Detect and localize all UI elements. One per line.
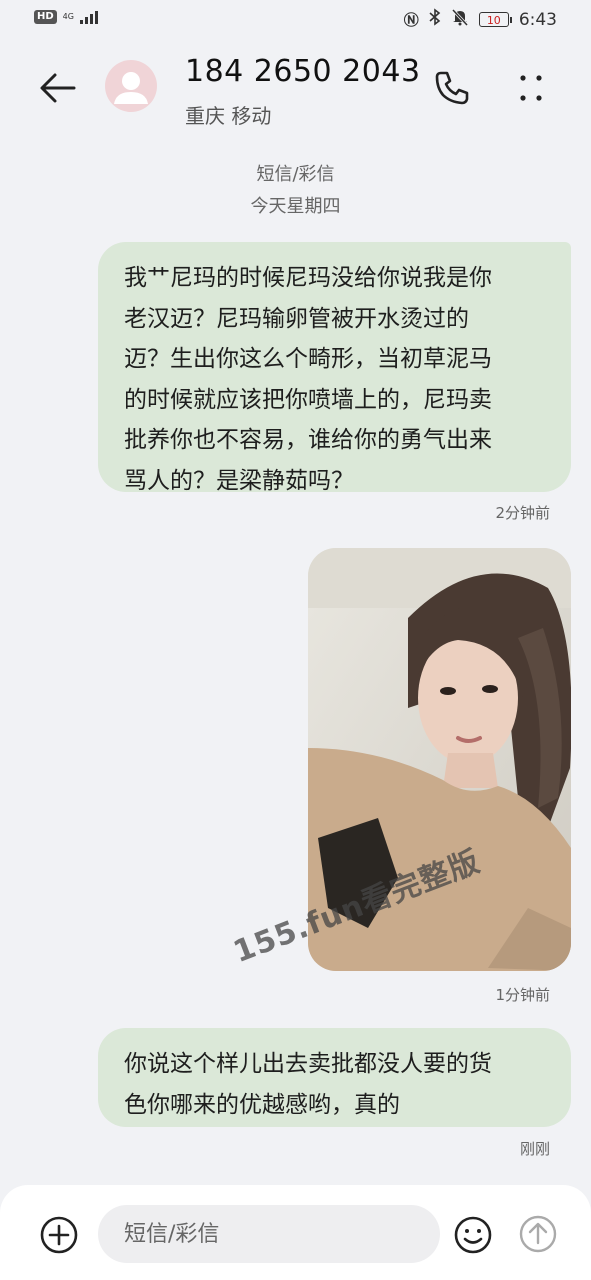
message-bubble[interactable]: 你说这个样儿出去卖批都没人要的货 色你哪来的优越感哟，真的 — [98, 1028, 571, 1127]
avatar-icon — [114, 72, 148, 104]
phone-icon — [435, 71, 469, 105]
network-type: 4G — [62, 12, 74, 21]
back-arrow-icon — [40, 73, 76, 103]
send-button[interactable] — [518, 1214, 558, 1254]
message-input[interactable] — [98, 1205, 440, 1263]
message-time: 1分钟前 — [495, 986, 550, 1004]
plus-circle-icon — [40, 1216, 78, 1254]
hd-badge: HD — [34, 10, 57, 24]
contact-number: 184 2650 2043 — [185, 54, 421, 89]
emoji-button[interactable] — [452, 1214, 494, 1256]
avatar[interactable] — [105, 60, 157, 112]
thread-type-label: 短信/彩信 — [256, 164, 335, 185]
bluetooth-icon — [429, 8, 441, 31]
thread-date-label: 今天星期四 — [250, 196, 341, 217]
message-bubble[interactable]: 我艹尼玛的时候尼玛没给你说我是你 老汉迈？尼玛输卵管被开水烫过的 迈？生出你这么… — [98, 242, 571, 494]
battery-icon: 10 — [478, 12, 512, 27]
conversation-header: 184 2650 2043 重庆 移动 — [0, 42, 591, 142]
send-arrow-icon — [519, 1215, 557, 1253]
status-left: HD 4G — [34, 10, 98, 24]
signal-icon — [79, 10, 98, 24]
back-button[interactable] — [36, 66, 80, 110]
more-options-button[interactable] — [510, 68, 550, 108]
more-vertical-icon — [520, 75, 542, 101]
add-attachment-button[interactable] — [38, 1214, 80, 1256]
mute-bell-icon — [451, 8, 469, 31]
status-bar: HD 4G Ⓝ 10 6:43 — [0, 0, 591, 42]
call-button[interactable] — [432, 68, 472, 108]
compose-bar — [0, 1185, 591, 1280]
nfc-icon: Ⓝ — [403, 11, 419, 29]
contact-carrier: 重庆 移动 — [185, 104, 272, 128]
status-right: Ⓝ 10 6:43 — [404, 8, 557, 31]
message-time: 刚刚 — [519, 1140, 550, 1158]
message-time: 2分钟前 — [495, 504, 550, 522]
status-time: 6:43 — [518, 9, 557, 30]
emoji-icon — [454, 1216, 492, 1254]
